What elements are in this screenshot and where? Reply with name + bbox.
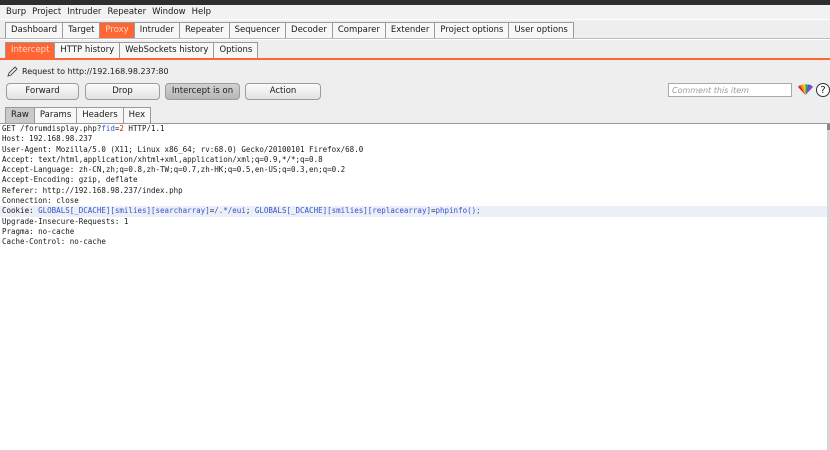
tab-decoder[interactable]: Decoder [285, 22, 333, 38]
header-value: text/html,application/xhtml+xml,applicat… [38, 154, 323, 164]
tab-proxy-options[interactable]: Options [213, 42, 259, 58]
tab-project-options[interactable]: Project options [434, 22, 510, 38]
request-protocol: HTTP/1.1 [123, 124, 165, 133]
menu-bar: Burp Project Intruder Repeater Window Help [0, 5, 830, 19]
header-line: Host: 192.168.98.237 [2, 134, 93, 144]
header-name: Host [2, 134, 21, 144]
comment-input[interactable]: Comment this item [668, 83, 792, 97]
header-line: Referer: http://192.168.98.237/index.php [2, 185, 183, 195]
message-view-tab-bar: Raw Params Headers Hex [0, 106, 830, 124]
tab-extender[interactable]: Extender [384, 22, 436, 38]
header-name: Accept-Encoding [2, 175, 70, 185]
tab-target[interactable]: Target [62, 22, 101, 38]
tab-repeater[interactable]: Repeater [178, 22, 230, 38]
header-line: Cache-Control: no-cache [2, 237, 106, 247]
cookie-value: /.*/eui [214, 206, 246, 216]
header-name: Referer [2, 185, 34, 195]
request-target-label: Request to http://192.168.98.237:80 [7, 66, 169, 78]
header-line: User-Agent: Mozilla/5.0 (X11; Linux x86_… [2, 144, 364, 154]
header-name: Cookie [2, 206, 30, 216]
header-line: Accept-Encoding: gzip, deflate [2, 175, 138, 185]
header-name: Cache-Control [2, 237, 61, 247]
menu-intruder[interactable]: Intruder [67, 5, 101, 19]
header-value: 192.168.98.237 [29, 134, 93, 144]
header-line: Pragma: no-cache [2, 226, 75, 236]
header-line: Accept: text/html,application/xhtml+xml,… [2, 154, 323, 164]
header-value: no-cache [69, 237, 106, 247]
menu-project[interactable]: Project [32, 5, 61, 19]
drop-button[interactable]: Drop [85, 83, 160, 100]
tab-websockets-history[interactable]: WebSockets history [119, 42, 215, 58]
forward-button[interactable]: Forward [6, 83, 79, 100]
tab-raw[interactable]: Raw [5, 107, 35, 123]
header-value: http://192.168.98.237/index.php [42, 185, 183, 195]
menu-help[interactable]: Help [192, 5, 211, 19]
cookie-value: phpinfo(); [435, 206, 481, 216]
tab-sequencer[interactable]: Sequencer [228, 22, 287, 38]
header-name: Upgrade-Insecure-Requests [2, 216, 115, 226]
tab-params[interactable]: Params [33, 107, 78, 123]
highlight-color-icon[interactable] [797, 84, 814, 96]
header-name: Connection [2, 196, 48, 206]
tab-proxy[interactable]: Proxy [99, 22, 135, 38]
header-name: Accept-Language [2, 165, 70, 175]
header-value: no-cache [38, 226, 75, 236]
header-value: close [56, 196, 79, 206]
header-name: Accept [2, 154, 30, 164]
pencil-icon [7, 66, 18, 77]
header-name: User-Agent [2, 144, 48, 154]
menu-burp[interactable]: Burp [6, 5, 26, 19]
header-line: Upgrade-Insecure-Requests: 1 [2, 216, 129, 226]
header-value: zh-CN,zh;q=0.8,zh-TW;q=0.7,zh-HK;q=0.5,e… [78, 165, 346, 175]
cookie-name: GLOBALS[_DCACHE][smilies][searcharray] [38, 206, 210, 216]
proxy-tab-bar: Intercept HTTP history WebSockets histor… [0, 40, 830, 60]
header-name: Pragma [2, 226, 30, 236]
tab-intruder[interactable]: Intruder [133, 22, 180, 38]
menu-repeater[interactable]: Repeater [107, 5, 146, 19]
request-editor[interactable]: GET /forumdisplay.php?fid=2 HTTP/1.1 Hos… [0, 124, 827, 450]
tab-http-history[interactable]: HTTP history [54, 42, 121, 58]
header-line: Accept-Language: zh-CN,zh;q=0.8,zh-TW;q=… [2, 165, 346, 175]
tab-hex[interactable]: Hex [122, 107, 152, 123]
header-value: Mozilla/5.0 (X11; Linux x86_64; rv:68.0)… [56, 144, 364, 154]
tab-intercept[interactable]: Intercept [5, 42, 56, 58]
header-line: Connection: close [2, 196, 79, 206]
intercept-toggle-button[interactable]: Intercept is on [165, 83, 240, 100]
cookie-line: Cookie: GLOBALS[_DCACHE][smilies][search… [0, 206, 827, 217]
header-value: gzip, deflate [78, 175, 138, 185]
request-line: GET /forumdisplay.php?fid=2 HTTP/1.1 [0, 124, 827, 134]
request-target-text: Request to http://192.168.98.237:80 [22, 67, 169, 76]
tab-dashboard[interactable]: Dashboard [5, 22, 64, 38]
request-method-path: GET /forumdisplay.php? [2, 124, 102, 133]
header-value: 1 [123, 216, 129, 226]
action-button[interactable]: Action [245, 83, 321, 100]
tab-headers[interactable]: Headers [76, 107, 124, 123]
cookie-name: GLOBALS[_DCACHE][smilies][replacearray] [254, 206, 431, 216]
main-tab-bar: Dashboard Target Proxy Intruder Repeater… [0, 20, 830, 39]
menu-window[interactable]: Window [152, 5, 186, 19]
tab-comparer[interactable]: Comparer [331, 22, 386, 38]
tab-user-options[interactable]: User options [508, 22, 574, 38]
query-param-name: fid [101, 124, 115, 133]
help-icon[interactable]: ? [816, 83, 830, 97]
